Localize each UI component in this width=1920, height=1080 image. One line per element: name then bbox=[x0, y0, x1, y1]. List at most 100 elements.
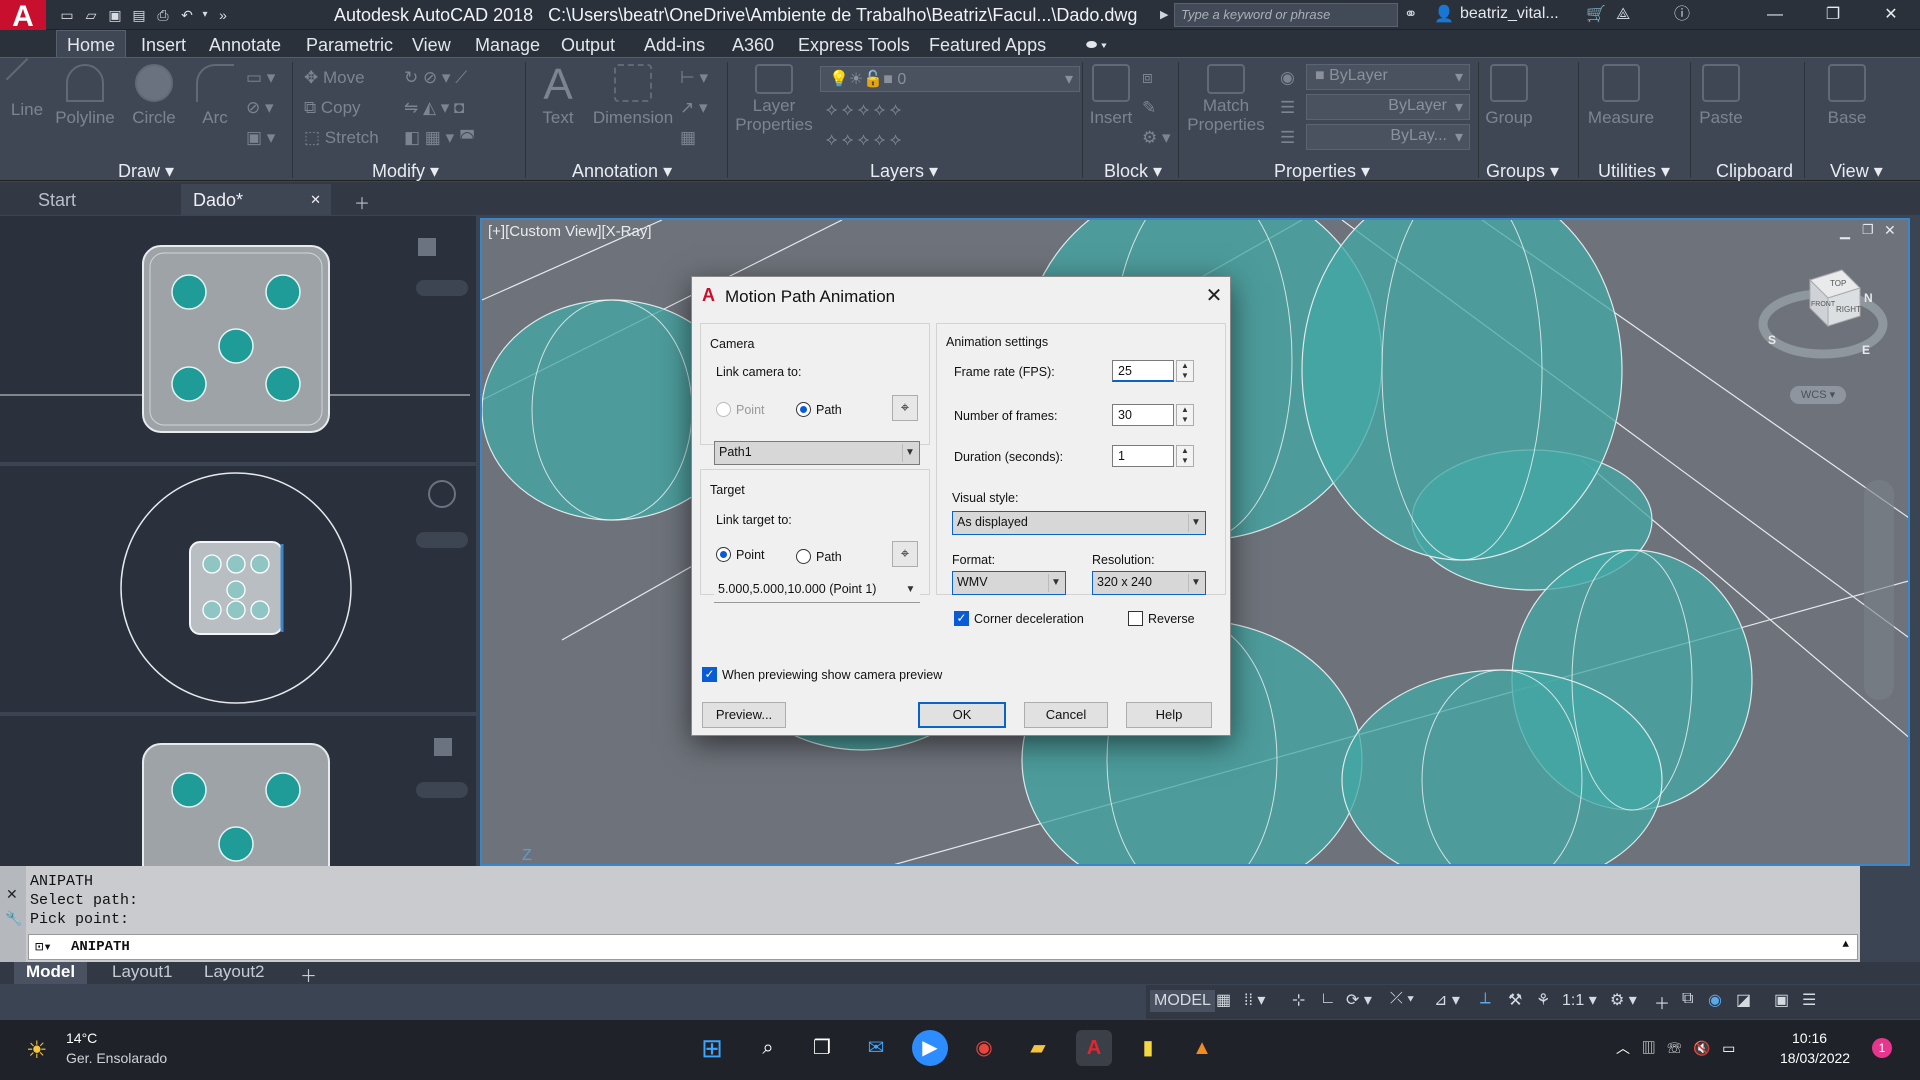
tab-layout2[interactable]: Layout2 bbox=[192, 962, 277, 984]
tab-layout1[interactable]: Layout1 bbox=[100, 962, 185, 984]
lineweight-dropdown[interactable]: ByLayer ▾ bbox=[1306, 94, 1470, 120]
layer-dropdown[interactable]: 💡☀🔓■ 0 ▾ bbox=[820, 66, 1080, 92]
panel-utilities[interactable]: Utilities ▾ bbox=[1598, 161, 1670, 182]
layer-tools-row2[interactable]: ⟡ ⟡ ⟡ ⟡ ⟡ bbox=[826, 130, 901, 150]
tab-dado[interactable]: Dado* ✕ bbox=[181, 184, 331, 215]
frames-spinner[interactable]: ▲ ▼ bbox=[1176, 404, 1194, 426]
stretch-tool[interactable]: ⬚ Stretch bbox=[304, 128, 379, 148]
command-grip[interactable]: ✕ 🔧 bbox=[0, 866, 26, 962]
user-icon[interactable]: 👤 bbox=[1434, 4, 1454, 26]
reverse-checkbox[interactable] bbox=[1128, 611, 1143, 626]
arc-tool[interactable]: Arc bbox=[194, 64, 236, 128]
camera-path-radio[interactable] bbox=[796, 402, 811, 417]
camera-point-radio[interactable] bbox=[716, 402, 731, 417]
insert-block-tool[interactable]: Insert bbox=[1086, 64, 1136, 128]
workspace-icon[interactable]: ⚘ bbox=[1536, 990, 1550, 1010]
tab-output[interactable]: Output bbox=[561, 35, 615, 56]
search-input[interactable]: Type a keyword or phrase bbox=[1174, 3, 1398, 27]
scale-icon[interactable]: ◧ ▦ ▾ ◚ bbox=[404, 128, 475, 148]
zoom-icon[interactable]: ▶ bbox=[912, 1030, 948, 1066]
new-tab-button[interactable]: ＋ bbox=[342, 184, 382, 215]
binoculars-icon[interactable]: ⚭ bbox=[1404, 4, 1417, 26]
ortho-icon[interactable]: ∟ bbox=[1320, 990, 1336, 1008]
dialog-close-button[interactable]: ✕ bbox=[1202, 283, 1226, 307]
mirror-icon[interactable]: ⇋ ◭ ▾ ◘ bbox=[404, 98, 464, 118]
tab-express-tools[interactable]: Express Tools bbox=[798, 35, 910, 56]
rectangle-icon[interactable]: ▭ ▾ bbox=[246, 68, 275, 88]
panel-draw[interactable]: Draw ▾ bbox=[118, 161, 174, 182]
frames-input[interactable]: 30 bbox=[1112, 404, 1174, 426]
navigation-bar[interactable] bbox=[1864, 480, 1894, 700]
isolate-icon[interactable]: ◉ bbox=[1708, 990, 1722, 1010]
user-name[interactable]: beatriz_vital... bbox=[1460, 5, 1559, 23]
cart-icon[interactable]: 🛒 bbox=[1586, 4, 1606, 26]
panel-layers[interactable]: Layers ▾ bbox=[870, 161, 938, 182]
a360-icon[interactable]: ⟁ bbox=[1616, 4, 1630, 26]
close-command-icon[interactable]: ✕ bbox=[6, 886, 18, 903]
expand-search-icon[interactable]: ▶ bbox=[1160, 4, 1168, 26]
tab-parametric[interactable]: Parametric bbox=[306, 35, 393, 56]
polyline-tool[interactable]: Polyline bbox=[52, 64, 118, 128]
vlc-icon[interactable]: ▲ bbox=[1184, 1030, 1220, 1066]
sticky-notes-icon[interactable]: ▮ bbox=[1130, 1030, 1166, 1066]
units-icon[interactable]: ⧉ bbox=[1682, 990, 1693, 1008]
dynamic-ucs-icon[interactable]: ⟂ bbox=[1480, 990, 1491, 1008]
hardware-accel-icon[interactable]: ◪ bbox=[1736, 990, 1751, 1010]
settings-icon[interactable]: ⚙ ▾ bbox=[1610, 990, 1637, 1010]
linetype-dropdown[interactable]: ByLay... ▾ bbox=[1306, 124, 1470, 150]
copy-tool[interactable]: ⧉ Copy bbox=[304, 98, 361, 118]
move-tool[interactable]: ✥ Move bbox=[304, 68, 365, 88]
isodraft-icon[interactable]: ⤫ ▾ bbox=[1390, 990, 1414, 1008]
wcs-menu[interactable]: WCS ▾ bbox=[1790, 386, 1846, 404]
layer-tools-row1[interactable]: ⟡ ⟡ ⟡ ⟡ ⟡ bbox=[826, 100, 901, 120]
open-file-icon[interactable]: ▱ bbox=[82, 6, 100, 24]
tab-view[interactable]: View bbox=[412, 35, 451, 56]
help-button[interactable]: Help bbox=[1126, 702, 1212, 728]
ribbon-toggle-icon[interactable]: ⬬ ▾ bbox=[1086, 37, 1107, 53]
layer-properties-tool[interactable]: Layer Properties bbox=[734, 64, 814, 134]
clock-date[interactable]: 18/03/2022 bbox=[1780, 1050, 1850, 1066]
tab-start[interactable]: Start bbox=[26, 184, 88, 215]
panel-block[interactable]: Block ▾ bbox=[1104, 161, 1162, 182]
tab-featured-apps[interactable]: Featured Apps bbox=[929, 35, 1046, 56]
model-space-toggle[interactable]: MODEL bbox=[1150, 990, 1215, 1012]
save-icon[interactable]: ▣ bbox=[106, 6, 124, 24]
create-block-icon[interactable]: ⧈ bbox=[1142, 68, 1153, 88]
viewport-close-icon[interactable]: ✕ bbox=[1884, 222, 1896, 239]
weather-desc[interactable]: Ger. Ensolarado bbox=[66, 1050, 167, 1066]
panel-view[interactable]: View ▾ bbox=[1830, 161, 1883, 182]
notification-badge[interactable]: 1 bbox=[1872, 1038, 1892, 1058]
weather-icon[interactable]: ☀ bbox=[26, 1036, 48, 1065]
line-tool[interactable]: Line bbox=[5, 57, 49, 120]
wrench-icon[interactable]: 🔧 bbox=[5, 910, 22, 927]
duration-spinner[interactable]: ▲ ▼ bbox=[1176, 445, 1194, 467]
new-file-icon[interactable]: ▭ bbox=[58, 6, 76, 24]
tab-model[interactable]: Model bbox=[14, 962, 88, 984]
save-as-icon[interactable]: ▤ bbox=[130, 6, 148, 24]
panel-groups[interactable]: Groups ▾ bbox=[1486, 161, 1559, 182]
command-input[interactable]: ⊡▾ ANIPATH ▲ bbox=[28, 934, 1858, 960]
edit-block-icon[interactable]: ✎ bbox=[1142, 98, 1156, 118]
viewport-restore-icon[interactable]: ❐ bbox=[1862, 222, 1874, 238]
target-path-radio[interactable] bbox=[796, 549, 811, 564]
color-dropdown[interactable]: ■ ByLayer ▾ bbox=[1306, 64, 1470, 90]
file-explorer-icon[interactable]: ▰ bbox=[1020, 1030, 1056, 1066]
corner-decel-checkbox[interactable]: ✓ bbox=[954, 611, 969, 626]
paste-tool[interactable]: Paste bbox=[1696, 64, 1746, 128]
panel-annotation[interactable]: Annotation ▾ bbox=[572, 161, 672, 182]
panel-clipboard[interactable]: Clipboard bbox=[1716, 161, 1793, 182]
task-view-icon[interactable]: ❐ bbox=[804, 1030, 840, 1066]
polar-icon[interactable]: ⟳ ▾ bbox=[1346, 990, 1372, 1010]
circle-tool[interactable]: Circle bbox=[128, 64, 180, 128]
target-point-radio[interactable] bbox=[716, 547, 731, 562]
dimension-tool[interactable]: Dimension bbox=[588, 64, 678, 128]
viewport-controls-label[interactable]: [+][Custom View][X-Ray] bbox=[488, 223, 652, 240]
visual-style-dropdown[interactable]: As displayed ▼ bbox=[952, 511, 1206, 535]
cancel-button[interactable]: Cancel bbox=[1024, 702, 1108, 728]
color-wheel-icon[interactable]: ◉ bbox=[1280, 68, 1295, 88]
undo-icon[interactable]: ↶ bbox=[178, 6, 196, 24]
snap-icon[interactable]: ⁞⁞ ▾ bbox=[1244, 990, 1265, 1010]
tab-home[interactable]: Home bbox=[56, 30, 127, 57]
print-icon[interactable]: ⎙ bbox=[154, 6, 172, 24]
group-tool[interactable]: Group bbox=[1484, 64, 1534, 128]
